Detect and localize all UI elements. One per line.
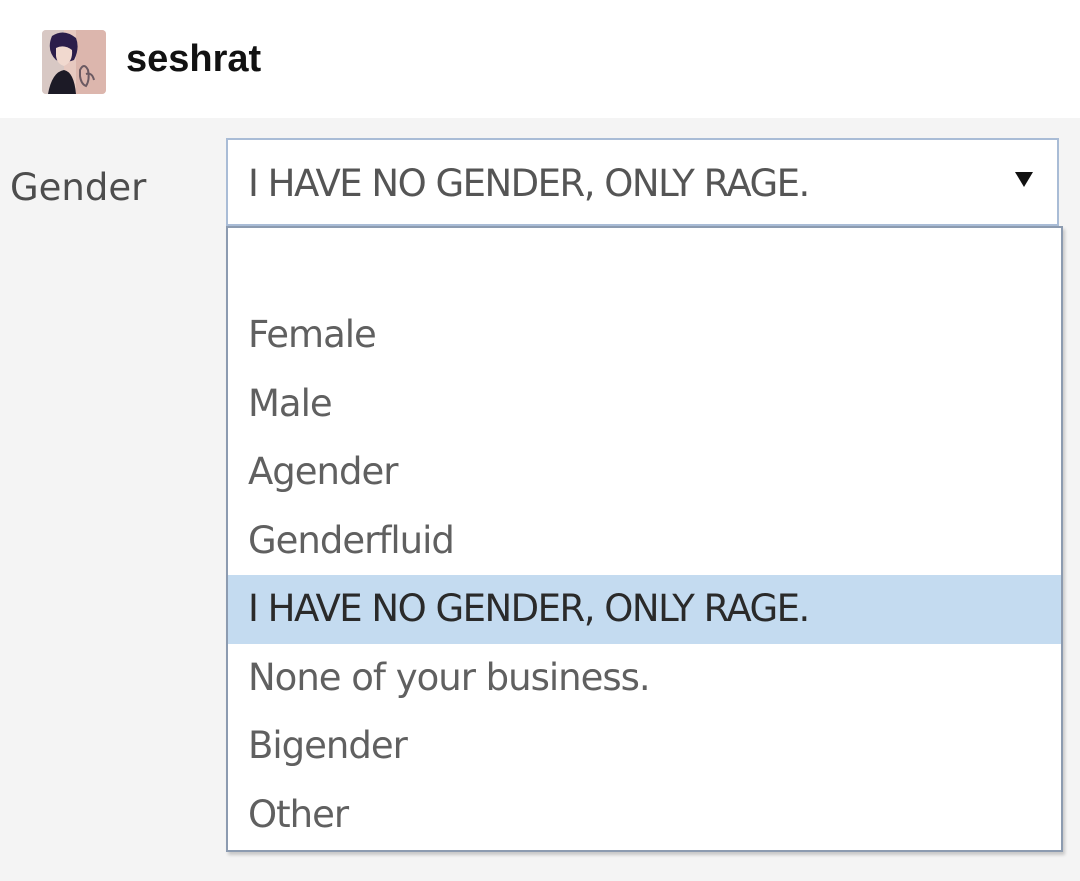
post-header: seshrat <box>0 0 1080 118</box>
avatar[interactable] <box>42 30 106 94</box>
gender-dropdown-list: Female Male Agender Genderfluid I HAVE N… <box>226 226 1063 852</box>
gender-select[interactable]: I HAVE NO GENDER, ONLY RAGE. <box>226 138 1059 226</box>
option-genderfluid[interactable]: Genderfluid <box>228 507 1061 576</box>
caret-down-icon <box>1015 172 1033 187</box>
anime-character-avatar-icon <box>42 30 106 94</box>
option-bigender[interactable]: Bigender <box>228 712 1061 781</box>
form-area: Gender I HAVE NO GENDER, ONLY RAGE. Fema… <box>0 118 1080 881</box>
username[interactable]: seshrat <box>126 36 261 82</box>
option-other[interactable]: Other <box>228 781 1061 850</box>
option-no-gender-only-rage[interactable]: I HAVE NO GENDER, ONLY RAGE. <box>228 575 1061 644</box>
gender-select-value: I HAVE NO GENDER, ONLY RAGE. <box>248 162 810 205</box>
option-agender[interactable]: Agender <box>228 438 1061 507</box>
gender-label: Gender <box>10 166 147 209</box>
option-female[interactable]: Female <box>228 301 1061 370</box>
option-male[interactable]: Male <box>228 370 1061 439</box>
option-none-of-your-business[interactable]: None of your business. <box>228 644 1061 713</box>
